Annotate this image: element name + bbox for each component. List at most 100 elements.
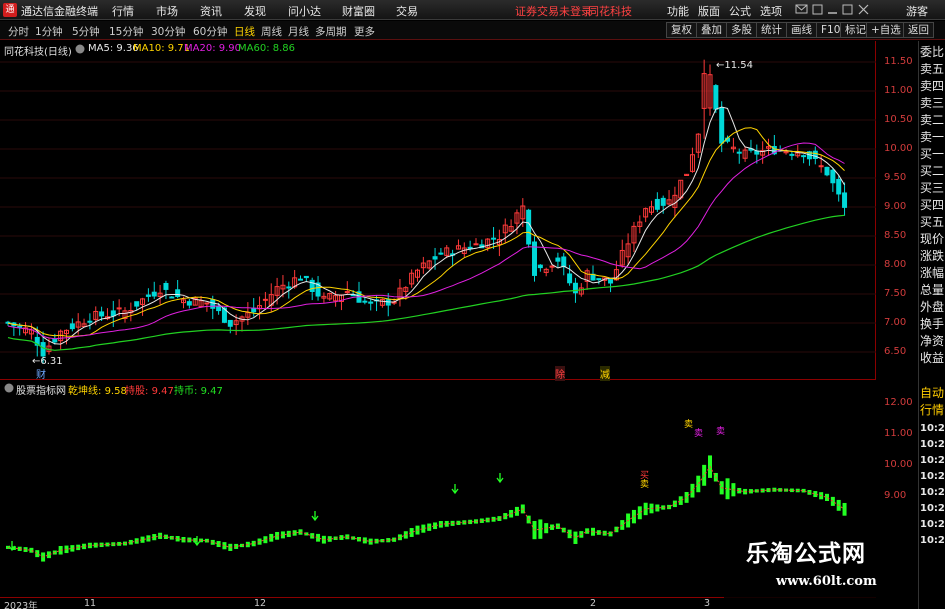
menu-item-news[interactable]: 资讯 (200, 3, 222, 19)
settings-dot-icon[interactable] (3, 382, 15, 394)
indicator-bar (830, 496, 835, 506)
side-label[interactable]: 涨跌 (920, 249, 944, 263)
side-label[interactable]: 委比 (920, 45, 944, 59)
user-guest[interactable]: 游客 (906, 3, 928, 19)
main-chart-header: 同花科技(日线) MA5: 9.36 MA10: 9.71 MA20: 9.90… (0, 41, 876, 58)
ma10-line (7, 127, 845, 337)
menu-item-ask[interactable]: 问小达 (288, 3, 321, 19)
high-price-label: ←11.54 (716, 60, 754, 71)
price-tick: 7.50 (884, 288, 907, 299)
side-label[interactable]: 外盘 (920, 300, 944, 314)
menu-item-markets[interactable]: 市场 (156, 3, 178, 19)
main-kline-chart[interactable] (0, 41, 876, 380)
side-label[interactable]: 买二 (920, 164, 944, 178)
kline-svg[interactable] (0, 41, 876, 380)
menu-item-wealth[interactable]: 财富圈 (342, 3, 375, 19)
tick-time: 10:27 (920, 519, 945, 530)
period-1min[interactable]: 1分钟 (35, 24, 63, 39)
restore-icon[interactable] (842, 4, 853, 15)
date-label: 2023年 (4, 601, 38, 609)
candle-body (713, 85, 719, 110)
candle-body (110, 310, 116, 317)
period-daily[interactable]: 日线 (234, 24, 255, 39)
auto-tab[interactable]: 自动 (920, 386, 944, 400)
close-icon[interactable] (858, 4, 869, 15)
candle-body (842, 192, 848, 208)
ex-right-marker[interactable]: 除 (555, 366, 565, 381)
period-more[interactable]: 更多 (354, 24, 375, 39)
side-label[interactable]: 买一 (920, 147, 944, 161)
side-label[interactable]: 总量 (920, 283, 944, 297)
watermark: 乐淘公式网 www.60lt.com (724, 528, 918, 602)
reduce-marker[interactable]: 减 (600, 366, 610, 381)
draw-button[interactable]: 画线 (786, 22, 817, 38)
candle-body (438, 252, 444, 255)
menu-item-functions[interactable]: 功能 (667, 3, 689, 19)
current-stock-name[interactable]: 同花科技 (588, 3, 632, 19)
tick-time: 10:27 (920, 535, 945, 546)
sell-signal: 卖 (716, 427, 726, 437)
quote-tab[interactable]: 行情 (920, 403, 944, 417)
menu-item-market[interactable]: 行情 (112, 3, 134, 19)
candle-body (186, 301, 192, 306)
side-label[interactable]: 卖五 (920, 62, 944, 76)
period-monthly[interactable]: 月线 (288, 24, 309, 39)
period-60min[interactable]: 60分钟 (193, 24, 227, 39)
candle-body (145, 294, 151, 297)
candle-body (87, 320, 93, 323)
back-button[interactable]: 返回 (903, 22, 934, 38)
side-label[interactable]: 收益 (920, 351, 944, 365)
menu-item-layout[interactable]: 版面 (698, 3, 720, 19)
skin-icon[interactable] (812, 4, 823, 15)
indicator-bar (690, 483, 695, 498)
buy-arrow (311, 511, 319, 522)
indicator-bar (678, 496, 683, 505)
period-multi[interactable]: 多周期 (315, 24, 347, 39)
quote-side-panel[interactable]: 委比 卖五 卖四 卖三 卖二 卖一 买一 买二 买三 买四 买五 现价 涨跌 涨… (918, 41, 945, 609)
candle-body (40, 342, 46, 357)
period-intraday[interactable]: 分时 (8, 24, 29, 39)
side-label[interactable]: 卖四 (920, 79, 944, 93)
candle-body (561, 256, 567, 268)
menu-item-discover[interactable]: 发现 (244, 3, 266, 19)
candle-body (368, 301, 374, 304)
adjust-button[interactable]: 复权 (666, 22, 697, 38)
stats-button[interactable]: 统计 (756, 22, 787, 38)
add-favorite-button[interactable]: +自选 (866, 22, 906, 38)
side-label[interactable]: 净资 (920, 334, 944, 348)
side-label[interactable]: 涨幅 (920, 266, 944, 280)
multi-stock-button[interactable]: 多股 (726, 22, 757, 38)
side-label[interactable]: 换手 (920, 317, 944, 331)
indicator-bar (503, 513, 508, 520)
side-label[interactable]: 卖一 (920, 130, 944, 144)
candle-body (537, 264, 543, 269)
side-label[interactable]: 现价 (920, 232, 944, 246)
menu-item-trade[interactable]: 交易 (396, 3, 418, 19)
settings-dot-icon[interactable] (74, 43, 86, 55)
period-30min[interactable]: 30分钟 (151, 24, 185, 39)
side-label[interactable]: 卖二 (920, 113, 944, 127)
menu-item-options[interactable]: 选项 (760, 3, 782, 19)
date-label: 2 (590, 598, 597, 609)
app-title: 通达信金融终端 (21, 5, 98, 18)
period-15min[interactable]: 15分钟 (109, 24, 143, 39)
finance-marker[interactable]: 财 (36, 366, 46, 381)
price-tick: 10.00 (884, 143, 913, 154)
trade-login-alert[interactable]: 证券交易未登录 (515, 3, 592, 19)
candle-body (572, 282, 578, 294)
indicator-bar (29, 547, 34, 553)
candle-body (818, 165, 824, 168)
period-weekly[interactable]: 周线 (261, 24, 282, 39)
side-label[interactable]: 买三 (920, 181, 944, 195)
mail-icon[interactable] (795, 4, 808, 14)
side-label[interactable]: 买五 (920, 215, 944, 229)
overlay-button[interactable]: 叠加 (696, 22, 727, 38)
candle-body (555, 257, 561, 262)
price-tick: 9.00 (884, 201, 907, 212)
side-label[interactable]: 买四 (920, 198, 944, 212)
candle-body (216, 305, 222, 312)
side-label[interactable]: 卖三 (920, 96, 944, 110)
period-5min[interactable]: 5分钟 (72, 24, 100, 39)
candle-body (719, 107, 725, 144)
menu-item-formula[interactable]: 公式 (729, 3, 751, 19)
